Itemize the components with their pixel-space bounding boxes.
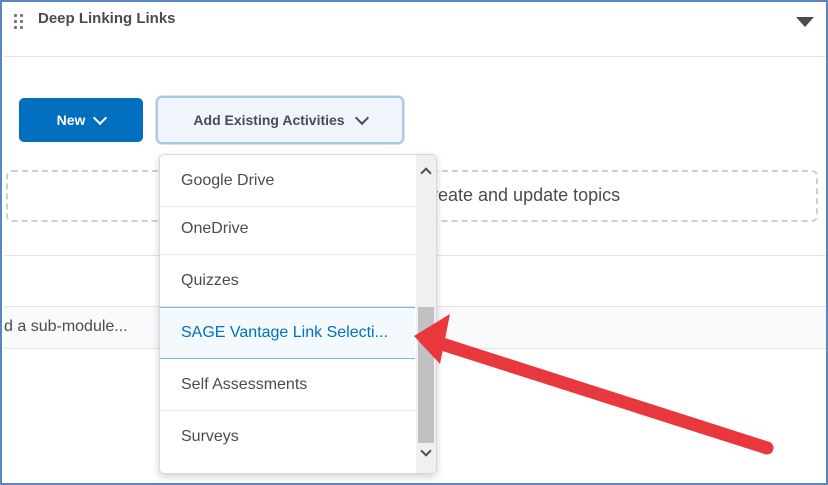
collapse-caret-icon[interactable] <box>796 17 814 27</box>
arrow-shaft <box>435 337 774 455</box>
chevron-down-icon <box>93 110 108 125</box>
menu-item-label: SAGE Vantage Link Selecti... <box>181 324 388 341</box>
menu-item-label: OneDrive <box>181 219 249 237</box>
menu-item-google-drive[interactable]: Google Drive <box>160 155 415 207</box>
add-existing-dropdown-menu[interactable]: Google Drive OneDrive Quizzes SAGE Vanta… <box>159 154 437 474</box>
screenshot-frame: Deep Linking Links New Add Existing Acti… <box>0 0 828 485</box>
new-button[interactable]: New <box>19 98 143 142</box>
menu-scrollbar-thumb[interactable] <box>418 307 434 443</box>
menu-item-sage-vantage[interactable]: SAGE Vantage Link Selecti... <box>160 307 415 359</box>
module-header[interactable]: Deep Linking Links <box>4 4 826 57</box>
menu-item-quizzes[interactable]: Quizzes <box>160 255 415 307</box>
menu-item-surveys[interactable]: Surveys <box>160 411 415 463</box>
menu-item-label: Self Assessments <box>181 375 308 393</box>
module-title: Deep Linking Links <box>38 10 176 27</box>
menu-item-onedrive[interactable]: OneDrive <box>160 203 415 255</box>
dropzone-text: reate and update topics <box>432 185 621 205</box>
new-button-label: New <box>56 112 86 128</box>
menu-item-label: Surveys <box>181 428 239 445</box>
add-submodule-text[interactable]: d a sub-module... <box>4 318 128 336</box>
chevron-down-icon <box>354 110 369 125</box>
menu-item-self-assessments[interactable]: Self Assessments <box>160 359 415 411</box>
menu-item-label: Google Drive <box>181 171 275 189</box>
add-existing-activities-button[interactable]: Add Existing Activities <box>156 96 404 144</box>
menu-item-label: Quizzes <box>181 271 239 289</box>
grip-dots-icon[interactable] <box>14 14 26 32</box>
add-existing-label: Add Existing Activities <box>193 112 345 128</box>
